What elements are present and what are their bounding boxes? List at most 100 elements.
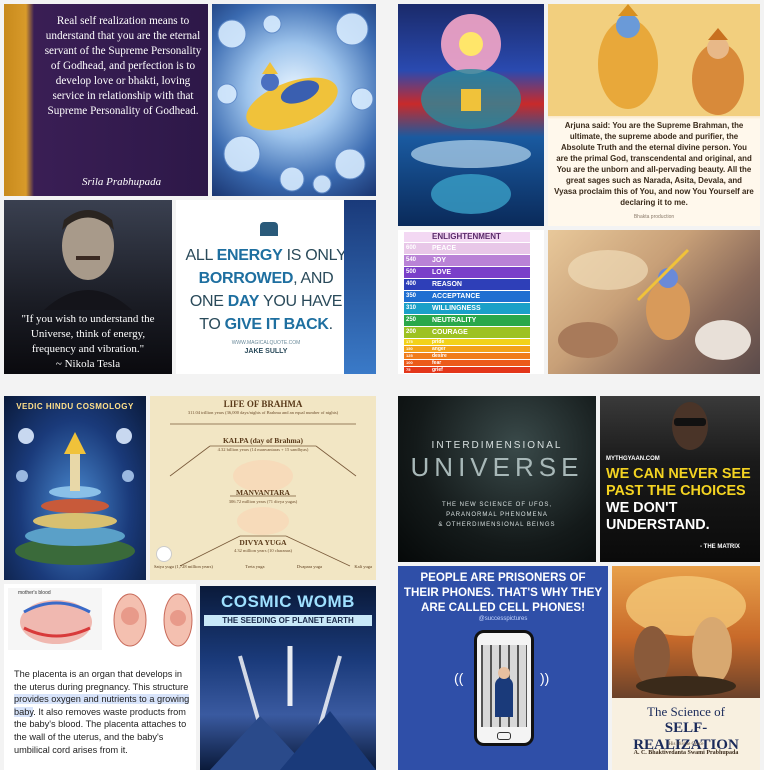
scale-level: 75 grief	[404, 367, 530, 373]
tesla-quote-text: "If you wish to understand the Universe,…	[21, 313, 155, 355]
quote-site: WWW.MAGICALQUOTE.COM	[231, 340, 301, 346]
kalpa-label: KALPA (day of Brahma)	[222, 436, 304, 445]
krishna-arjuna-illustration	[548, 4, 760, 116]
scale-level-label: pride	[432, 339, 445, 345]
scale-level: 175 pride	[404, 339, 530, 345]
scale-level-value: 100	[406, 360, 413, 365]
scale-level: 310 WILLINGNESS	[404, 303, 530, 314]
image-tile-vedic-cosmology[interactable]: VEDIC HINDU COSMOLOGY	[4, 396, 146, 580]
yuga-satya: Satya yuga (1,728 million years)	[154, 564, 213, 569]
scale-level-value: 540	[406, 257, 417, 263]
scale-level: 100 fear	[404, 360, 530, 366]
scale-level-label: NEUTRALITY	[432, 317, 477, 324]
lens-search-icon[interactable]	[156, 546, 172, 562]
phone-jail-illustration	[474, 630, 534, 746]
scale-level-label: ACCEPTANCE	[432, 293, 481, 300]
yuga-treta: Treta yuga	[245, 564, 265, 569]
scale-level-label: REASON	[432, 281, 462, 288]
image-tile-cosmic-map[interactable]	[398, 4, 544, 226]
manvantara-sub: 306.72 million years (71 divya yugas)	[228, 499, 298, 504]
cosmic-map-illustration	[411, 14, 531, 214]
scale-level-label: desire	[432, 353, 447, 359]
scale-level: 200 COURAGE	[404, 327, 530, 338]
placenta-text: The placenta is an organ that develops i…	[14, 669, 190, 755]
scale-level: 540 JOY	[404, 255, 530, 266]
image-tile-placenta-info[interactable]: mother's blood The placenta is an organ …	[4, 584, 196, 770]
quote-credit: Bhakta production	[633, 214, 675, 220]
scale-level: 400 REASON	[404, 279, 530, 290]
universe-sub-3: & OTHERDIMENSIONAL BEINGS	[438, 522, 556, 528]
image-tile-arjuna-quote[interactable]: Arjuna said: You are the Supreme Brahman…	[548, 4, 760, 226]
matrix-site: MYTHGYAAN.COM	[606, 456, 660, 462]
scale-title: ENLIGHTENMENT	[404, 232, 530, 242]
image-tile-matrix-quote[interactable]: MYTHGYAAN.COM WE CAN NEVER SEE PAST THE …	[600, 396, 760, 562]
yuga-row: Satya yuga (1,728 million years) Treta y…	[154, 564, 372, 569]
book-title-1: The Science of	[647, 704, 725, 719]
scale-level-value: 175	[406, 339, 413, 344]
navi-face-art	[344, 200, 376, 374]
universe-sub-2: PARANORMAL PHENOMENA	[446, 512, 548, 518]
tesla-portrait	[44, 210, 132, 310]
diagram-label: mother's blood	[18, 590, 51, 596]
signature: Srila Prabhupada	[82, 176, 162, 188]
scale-level-label: LOVE	[432, 269, 452, 276]
vishnu-illustration	[216, 12, 374, 194]
scale-level-label: COURAGE	[432, 329, 468, 336]
image-tile-cell-phones-joke[interactable]: PEOPLE ARE PRISONERS OF THEIR PHONES. TH…	[398, 566, 608, 770]
scale-level-value: 150	[406, 346, 413, 351]
scale-level-label: PEACE	[432, 245, 457, 252]
scale-level: 500 LOVE	[404, 267, 530, 278]
scale-level-label: anger	[432, 346, 446, 352]
scale-level: 150 anger	[404, 346, 530, 352]
scale-level-label: grief	[432, 367, 443, 373]
image-tile-self-realization-book[interactable]: The Science of SELF-REALIZATION His Divi…	[612, 566, 760, 770]
image-tile-divine-battle[interactable]	[548, 230, 760, 374]
book-pre-author: His Divine Grace	[668, 742, 704, 747]
energy-quote: ALL ENERGY IS ONLY BORROWED, AND ONE DAY…	[185, 247, 347, 333]
divya-label: DIVYA YUGA	[239, 538, 287, 547]
morpheus-portrait	[672, 402, 708, 450]
image-tile-cosmic-womb[interactable]: COSMIC WOMB THE SEEDING OF PLANET EARTH	[200, 586, 376, 770]
image-tile-life-of-brahma[interactable]: LIFE OF BRAHMA 311.04 trillion years (36…	[150, 396, 376, 580]
book-author: A. C. Bhaktivedanta Swami Prabhupada	[633, 750, 739, 756]
cell-phone-joke: PEOPLE ARE PRISONERS OF THEIR PHONES. TH…	[403, 571, 603, 614]
quote-author: JAKE SULLY	[244, 348, 288, 355]
image-tile-energy-quote[interactable]: ALL ENERGY IS ONLY BORROWED, AND ONE DAY…	[176, 200, 376, 374]
scale-level: 125 desire	[404, 353, 530, 359]
image-tile-tesla-quote[interactable]: "If you wish to understand the Universe,…	[4, 200, 172, 374]
book-title-2: SELF-REALIZATION	[633, 720, 739, 753]
scale-level-label: JOY	[432, 257, 447, 264]
image-tile-vishnu-cosmic[interactable]	[212, 4, 376, 196]
scale-level-label: fear	[432, 360, 442, 366]
vibration-left-icon: ((	[454, 670, 464, 686]
scale-level-value: 250	[406, 317, 417, 323]
scale-level-value: 500	[406, 269, 417, 275]
scale-level-label: WILLINGNESS	[432, 305, 481, 312]
battle-illustration	[558, 248, 751, 360]
scale-level-value: 125	[406, 353, 413, 358]
scale-level-value: 75	[406, 367, 411, 372]
scale-level: 250 NEUTRALITY	[404, 315, 530, 326]
kalpa-sub: 4.32 billion years (14 manvantaras + 15 …	[217, 447, 309, 452]
scale-level: 350 ACCEPTANCE	[404, 291, 530, 302]
scale-levels: 600 PEACE 540 JOY 500 LOVE 400 REASON 350 ACCEPTA…	[404, 243, 530, 374]
scale-level-value: 350	[406, 293, 417, 299]
yuga-dvapara: Dvapara yuga	[296, 564, 322, 569]
cell-phone-handle: @successpictures	[478, 616, 528, 622]
image-tile-prabhupada-quote[interactable]: Real self realization means to understan…	[4, 4, 208, 196]
vibration-right-icon: ))	[540, 670, 550, 686]
scale-level-value: 400	[406, 281, 417, 287]
yuga-kali: Kali yuga	[354, 564, 372, 569]
scale-level-value: 600	[406, 245, 417, 251]
universe-big-title: UNIVERSE	[410, 452, 584, 482]
image-tile-interdimensional-universe[interactable]: INTERDIMENSIONAL UNIVERSE THE NEW SCIENC…	[398, 396, 596, 562]
quote-logo-icon	[260, 222, 278, 236]
universe-sub-1: THE NEW SCIENCE OF UFOS,	[441, 502, 552, 508]
cosmology-illustration	[15, 428, 135, 565]
scale-level-value: 200	[406, 329, 417, 335]
universe-small-title: INTERDIMENSIONAL	[431, 440, 563, 451]
image-tile-consciousness-scale[interactable]: ENLIGHTENMENT 600 PEACE 540 JOY 500 LOVE 400 RE…	[398, 230, 544, 374]
book-cover-art	[626, 576, 746, 696]
scale-level-value: 310	[406, 305, 417, 311]
tesla-author: ~ Nikola Tesla	[55, 358, 121, 370]
